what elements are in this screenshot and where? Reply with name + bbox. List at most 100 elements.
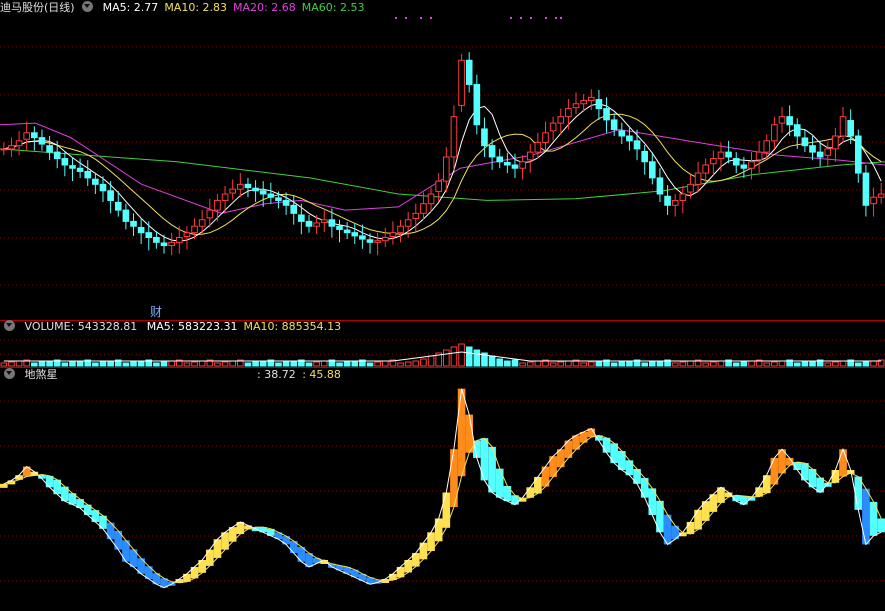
candle-body	[229, 188, 237, 194]
volume-bar	[717, 360, 725, 367]
candle-body	[519, 161, 526, 169]
candle-body	[740, 164, 748, 169]
candle-body	[633, 140, 641, 150]
candle-body	[381, 237, 389, 242]
volume-bar	[839, 360, 847, 367]
signal-dot	[530, 17, 532, 19]
volume-bar	[458, 343, 465, 367]
volume-bar	[15, 360, 23, 367]
candle-body	[534, 141, 542, 153]
candle-body	[801, 137, 809, 147]
candle-body	[549, 122, 557, 132]
candle-body	[114, 201, 122, 211]
volume-bar	[732, 362, 740, 367]
volume-bar	[557, 361, 565, 367]
candle-body	[404, 219, 412, 227]
ma-label: MA5: 583223.31	[146, 320, 238, 333]
ma-label: MA10: 2.83	[164, 1, 228, 14]
candle-body	[816, 151, 824, 158]
candle-body	[702, 164, 710, 174]
candle-body	[427, 193, 435, 205]
candle-body	[473, 83, 481, 126]
indicator-bar	[465, 414, 474, 453]
candle-body	[23, 132, 31, 140]
candle-body	[412, 212, 420, 219]
indicator-bar	[450, 449, 458, 508]
candle-body	[687, 183, 694, 193]
candle-body	[595, 99, 603, 110]
signal-dot	[555, 17, 557, 19]
volume-bar	[198, 360, 206, 367]
volume-bar	[160, 361, 168, 367]
candle-body	[725, 151, 732, 158]
candle-body	[435, 180, 443, 192]
chevron-down-icon[interactable]	[4, 368, 15, 379]
volume-bar	[46, 360, 53, 367]
volume-bar	[92, 362, 99, 367]
volume-bar	[244, 362, 252, 367]
candle-body	[832, 135, 839, 150]
candle-body	[84, 170, 92, 179]
candle-body	[542, 132, 549, 143]
indicator-bar	[495, 468, 504, 498]
candle-body	[31, 132, 38, 139]
candle-body	[282, 199, 290, 206]
candle-body	[755, 151, 763, 161]
volume-bar	[710, 361, 717, 367]
candle-body	[603, 108, 610, 121]
volume-bar	[549, 362, 557, 367]
candle-body	[107, 190, 114, 201]
candle-body	[778, 116, 786, 124]
candle-body	[99, 183, 107, 192]
candle-body	[763, 140, 771, 153]
candle-body	[610, 119, 618, 131]
volume-bar	[450, 346, 458, 367]
volume-bar	[519, 362, 526, 367]
indicator-bar	[839, 449, 847, 477]
candle-body	[69, 165, 76, 169]
candle-body	[748, 161, 755, 169]
volume-bar	[153, 362, 160, 367]
volume-bar	[626, 360, 633, 367]
indicator-value-yellow: : 45.88	[302, 368, 341, 381]
signal-dot	[405, 17, 407, 19]
volume-bar	[496, 358, 504, 367]
event-marker[interactable]: 财	[150, 303, 162, 320]
candle-body	[732, 158, 740, 166]
volume-bar	[771, 361, 778, 367]
volume-bar	[420, 358, 427, 367]
candle-body	[183, 232, 191, 238]
candle-body	[374, 240, 381, 243]
candle-body	[854, 135, 862, 174]
volume-bar	[778, 360, 786, 367]
candle-body	[53, 151, 61, 160]
stock-title: 迪马股份(日线)	[0, 1, 75, 14]
signal-dot	[520, 17, 522, 19]
candle-body	[710, 158, 717, 165]
volume-bar	[130, 361, 137, 367]
candle-body	[618, 130, 626, 137]
signal-dot	[560, 17, 562, 19]
indicator-bar	[434, 518, 443, 542]
volume-bar	[99, 361, 107, 367]
candle-body	[450, 116, 458, 158]
candle-body	[458, 59, 465, 106]
candle-body	[76, 167, 84, 172]
volume-bar	[0, 362, 8, 367]
volume-bar	[488, 355, 496, 367]
volume-bar	[595, 360, 603, 367]
candle-body	[252, 187, 259, 192]
chevron-down-icon[interactable]	[4, 320, 15, 331]
candle-body	[168, 241, 175, 247]
chevron-down-icon[interactable]	[82, 1, 94, 12]
chart-canvas	[0, 17, 885, 589]
volume-bar	[305, 362, 313, 367]
indicator-value-white: : 38.72	[257, 368, 296, 381]
ma-label: MA5: 2.77	[102, 1, 159, 14]
volume-bar	[648, 361, 656, 367]
volume-bar	[137, 360, 145, 367]
candle-body	[214, 199, 221, 211]
candle-body	[206, 209, 214, 219]
candle-body	[771, 124, 778, 142]
candle-body	[481, 128, 488, 147]
